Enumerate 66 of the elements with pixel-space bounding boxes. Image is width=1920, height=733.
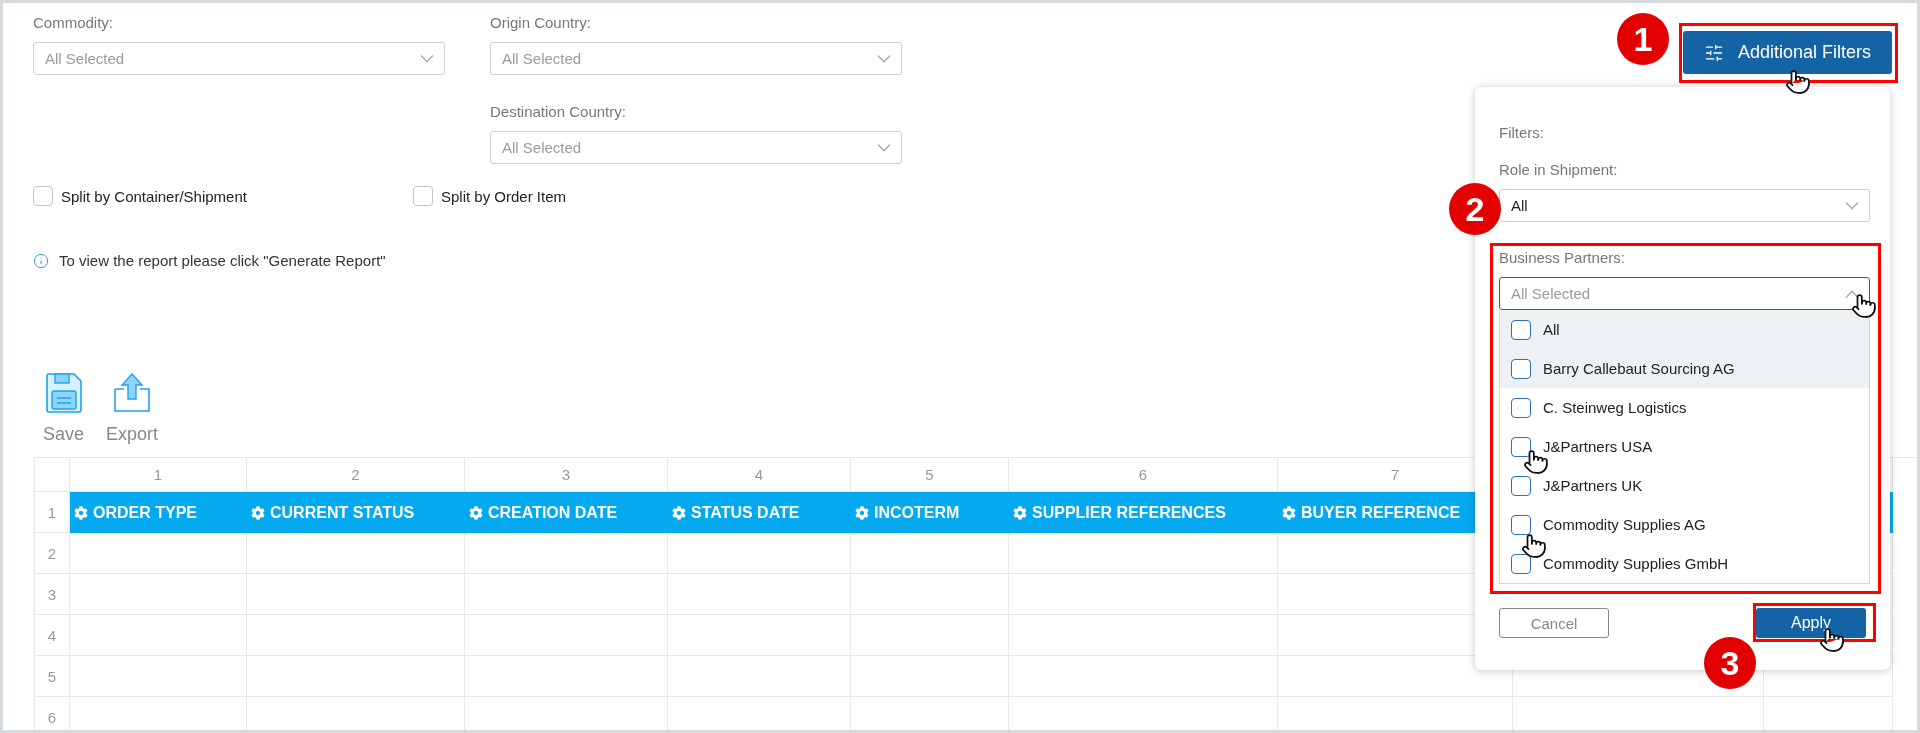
info-icon	[33, 252, 49, 269]
chevron-down-icon	[1845, 201, 1859, 210]
option-label: Commodity Supplies GmbH	[1543, 555, 1729, 572]
field-label: Origin Country:	[490, 13, 592, 33]
column-header[interactable]: CURRENT STATUS	[247, 492, 465, 533]
gear-icon	[469, 505, 483, 520]
option-label: J&Partners UK	[1543, 477, 1643, 494]
dropdown-option[interactable]: Barry Callebaut Sourcing AG	[1500, 349, 1869, 388]
option-label: All	[1543, 321, 1560, 338]
checkbox[interactable]	[413, 186, 433, 206]
search-field[interactable]: All Selected	[1499, 277, 1870, 310]
chevron-up-icon	[1845, 289, 1859, 298]
gear-icon	[251, 505, 265, 520]
checkbox[interactable]	[33, 186, 53, 206]
row-number: 2	[35, 533, 70, 574]
column-header[interactable]: STATUS DATE	[668, 492, 851, 533]
dropdown-field[interactable]: All Selected	[33, 42, 445, 75]
gear-icon	[672, 505, 686, 520]
checkbox-label: Split by Order Item	[441, 187, 567, 205]
checkbox[interactable]	[1511, 358, 1531, 379]
gear-icon	[1013, 505, 1027, 520]
dropdown-field[interactable]: All Selected	[490, 42, 902, 75]
checkbox-label: Split by Container/Shipment	[61, 187, 247, 205]
info-message: To view the report please click "Generate Report"	[59, 252, 386, 269]
apply-button[interactable]: Apply	[1756, 608, 1866, 638]
checkbox[interactable]	[1511, 514, 1531, 535]
checkbox[interactable]	[1511, 475, 1531, 496]
row-number: 3	[35, 574, 70, 615]
gear-icon	[855, 505, 869, 520]
option-label: C. Steinweg Logistics	[1543, 399, 1687, 416]
checkbox[interactable]	[1511, 436, 1531, 457]
field-label: Business Partners:	[1499, 248, 1626, 268]
row-number: 6	[35, 697, 70, 730]
column-header[interactable]: ORDER TYPE	[70, 492, 247, 533]
step-badge: 1	[1617, 13, 1669, 65]
gear-icon	[74, 505, 88, 520]
row-number: 5	[35, 656, 70, 697]
step-badge: 3	[1704, 637, 1756, 689]
field-label: Role in Shipment:	[1499, 160, 1619, 180]
step-badge: 2	[1449, 183, 1501, 235]
column-header[interactable]: CREATION DATE	[465, 492, 668, 533]
sliders-icon	[1703, 42, 1724, 63]
dropdown-field[interactable]: All Selected	[490, 131, 902, 164]
cancel-button[interactable]: Cancel	[1499, 608, 1609, 638]
additional-filters-button[interactable]: Additional Filters	[1683, 31, 1892, 74]
option-label: J&Partners USA	[1543, 438, 1653, 455]
field-label: Destination Country:	[490, 102, 627, 122]
dropdown-field[interactable]: All	[1499, 189, 1870, 222]
save-button[interactable]: Save	[43, 372, 85, 445]
dropdown-option[interactable]: All	[1500, 310, 1869, 349]
chevron-down-icon	[420, 54, 434, 63]
option-label: Commodity Supplies AG	[1543, 516, 1706, 533]
chevron-down-icon	[877, 143, 891, 152]
popup-title: Filters:	[1499, 123, 1545, 143]
column-header[interactable]: INCOTERM	[851, 492, 1009, 533]
chevron-down-icon	[877, 54, 891, 63]
export-button[interactable]: Export	[106, 372, 159, 445]
hand-cursor-icon	[1851, 293, 1877, 319]
checkbox[interactable]	[1511, 319, 1531, 340]
gear-icon	[1282, 505, 1296, 520]
checkbox[interactable]	[1511, 397, 1531, 418]
option-label: Barry Callebaut Sourcing AG	[1543, 360, 1735, 377]
hand-cursor-icon	[1521, 533, 1547, 559]
field-label: Commodity:	[33, 13, 115, 33]
row-number: 4	[35, 615, 70, 656]
column-header[interactable]: SUPPLIER REFERENCES	[1009, 492, 1278, 533]
